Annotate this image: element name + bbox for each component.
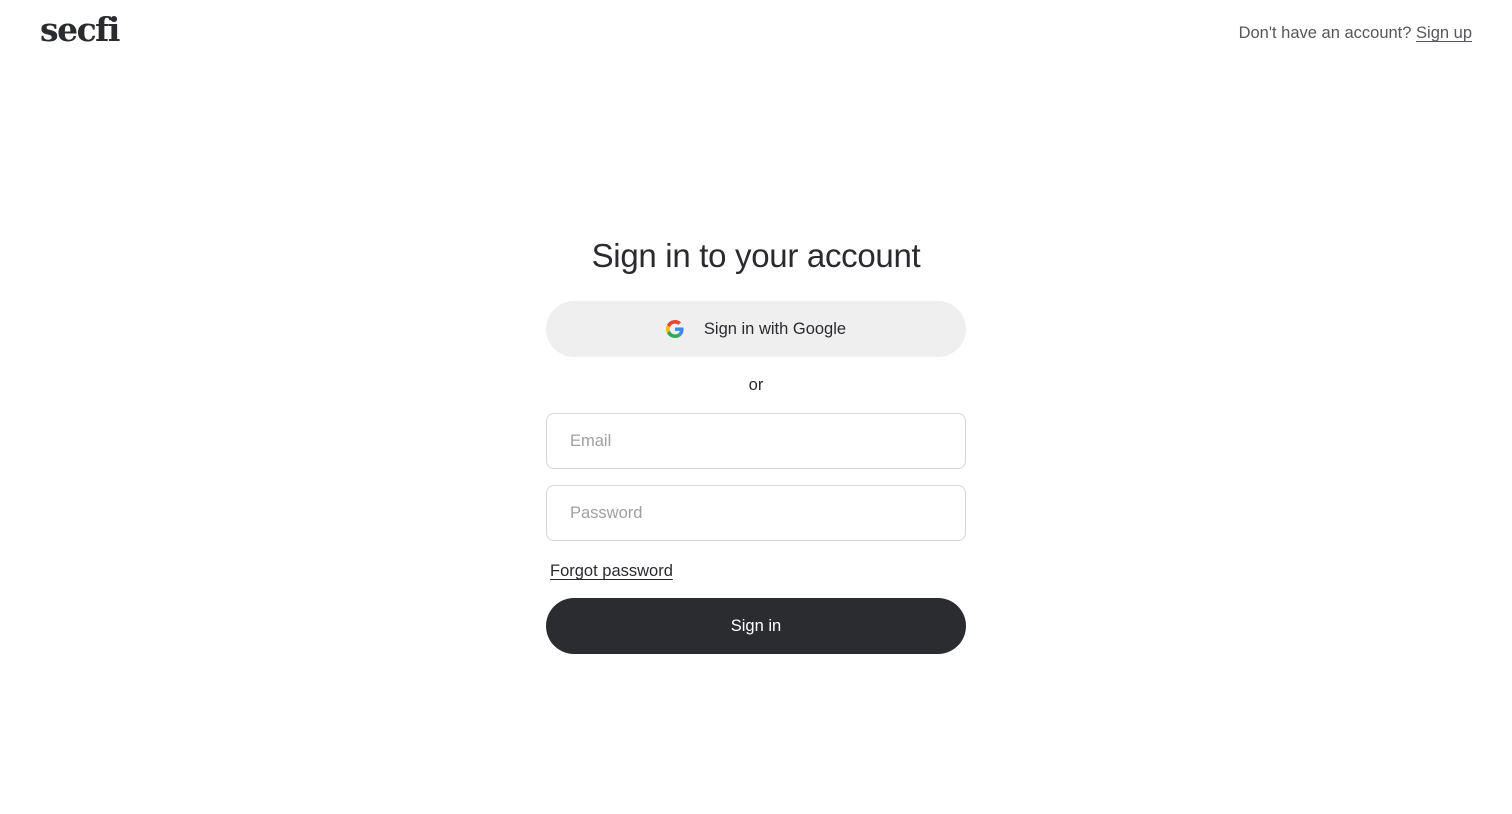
password-field[interactable] xyxy=(546,485,966,541)
signin-form: Sign in to your account Sign in with Goo… xyxy=(546,230,966,654)
secfi-logo[interactable]: secfi xyxy=(40,8,120,52)
email-field[interactable] xyxy=(546,413,966,469)
forgot-password-link[interactable]: Forgot password xyxy=(550,560,673,582)
signin-page: secfi Don't have an account? Sign up Sig… xyxy=(0,0,1512,814)
signin-button[interactable]: Sign in xyxy=(546,598,966,654)
signup-prompt: Don't have an account? Sign up xyxy=(1239,22,1472,44)
google-signin-label: Sign in with Google xyxy=(703,319,847,338)
google-g-icon xyxy=(665,320,684,338)
page-title: Sign in to your account xyxy=(591,237,921,274)
account-prompt-text: Don't have an account? xyxy=(1238,24,1412,42)
signup-link[interactable]: Sign up xyxy=(1416,24,1472,42)
google-signin-button[interactable]: Sign in with Google xyxy=(546,301,966,357)
or-divider: or xyxy=(748,376,764,394)
